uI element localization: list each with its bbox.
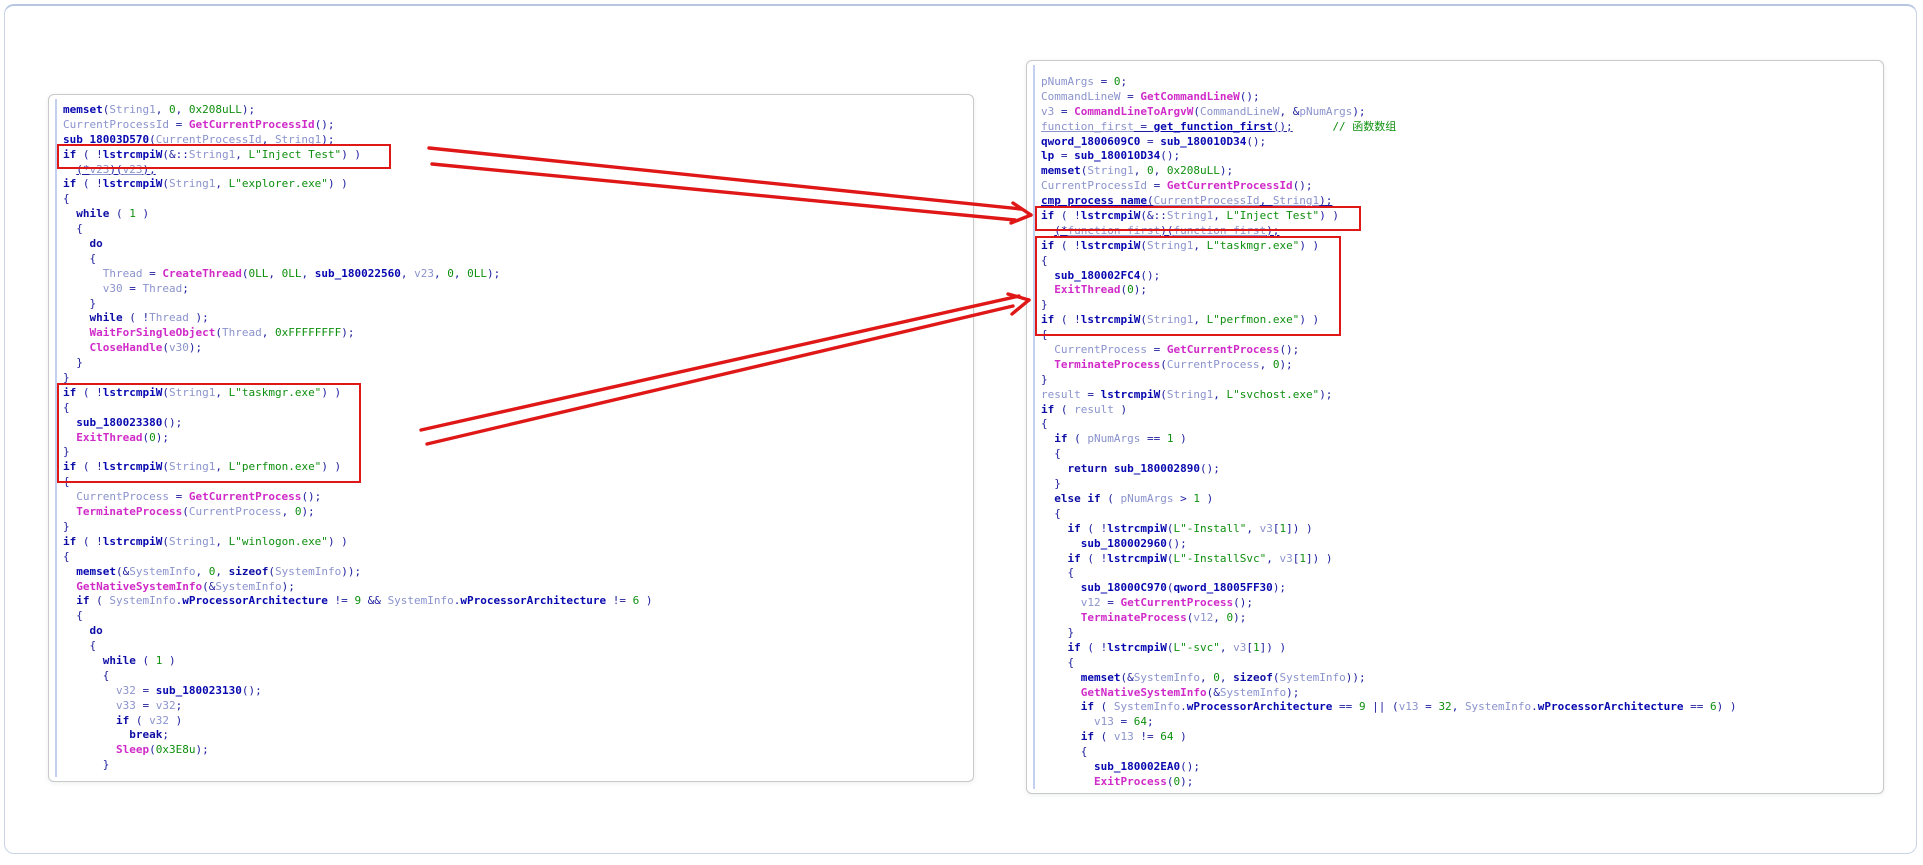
highlight-box-inject-test-left xyxy=(57,144,391,169)
decompiler-code-right: pNumArgs = 0; CommandLineW = GetCommandLi… xyxy=(1041,75,1737,788)
page-frame: memset(String1, 0, 0x208uLL); CurrentProc… xyxy=(4,4,1917,854)
highlight-box-taskmgr-perfmon-right xyxy=(1035,236,1341,336)
highlight-box-taskmgr-perfmon-left xyxy=(57,383,361,483)
highlight-box-inject-test-right xyxy=(1035,206,1361,231)
code-panel-left: memset(String1, 0, 0x208uLL); CurrentProc… xyxy=(48,94,974,782)
panel-gutter-right xyxy=(1033,65,1035,789)
code-panel-right: pNumArgs = 0; CommandLineW = GetCommandLi… xyxy=(1026,60,1884,794)
